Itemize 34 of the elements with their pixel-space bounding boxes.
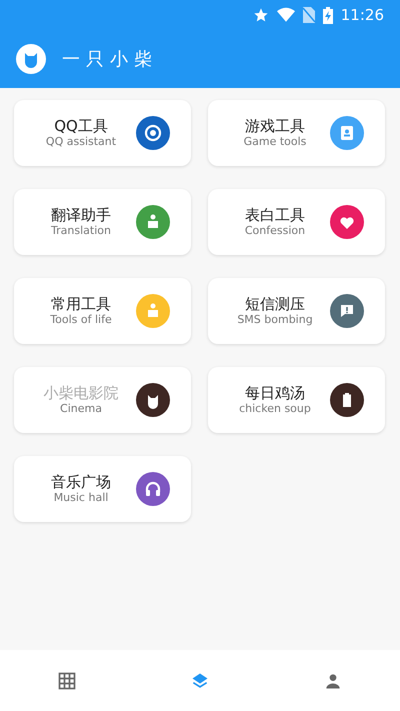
tool-card[interactable]: 短信测压 SMS bombing	[208, 278, 385, 344]
tool-card[interactable]: 游戏工具 Game tools	[208, 100, 385, 166]
tool-title: 翻译助手	[50, 206, 112, 224]
tool-title: QQ工具	[53, 116, 109, 135]
tool-card[interactable]: 表白工具 Confession	[208, 189, 385, 255]
tool-title: 小柴电影院	[42, 384, 120, 402]
tool-title: 音乐广场	[50, 472, 112, 491]
tool-title: 短信测压	[244, 294, 306, 313]
tool-subtitle: QQ assistant	[44, 134, 118, 150]
tool-card[interactable]: 每日鸡汤 chicken soup	[208, 367, 385, 433]
cat-logo-icon	[16, 44, 46, 74]
status-time: 11:26	[340, 4, 384, 26]
tool-subtitle: Tools of life	[49, 312, 113, 328]
tool-subtitle: Music hall	[52, 490, 110, 506]
tool-card[interactable]: QQ工具 QQ assistant	[14, 100, 191, 166]
tool-card[interactable]: 常用工具 Tools of life	[14, 278, 191, 344]
app-title: 一只小柴	[62, 48, 158, 72]
tool-subtitle: Game tools	[242, 134, 308, 150]
tool-subtitle: Confession	[244, 224, 306, 238]
tool-subtitle: Translation	[50, 224, 112, 238]
tool-title: 常用工具	[50, 294, 112, 313]
grid-icon[interactable]	[56, 670, 77, 690]
no-sim-icon	[302, 7, 315, 23]
tool-card[interactable]: 翻译助手 Translation	[14, 189, 191, 255]
tool-title: 游戏工具	[244, 116, 306, 135]
tool-title: 表白工具	[244, 206, 306, 224]
tool-title: 每日鸡汤	[244, 384, 306, 402]
tool-subtitle: chicken soup	[238, 402, 312, 416]
tool-subtitle: SMS bombing	[236, 312, 314, 328]
battery-icon	[322, 6, 333, 24]
tool-card[interactable]: 音乐广场 Music hall	[14, 456, 191, 522]
tool-subtitle: Cinema	[59, 402, 103, 416]
wifi-icon	[276, 7, 295, 23]
star-icon	[252, 7, 269, 23]
